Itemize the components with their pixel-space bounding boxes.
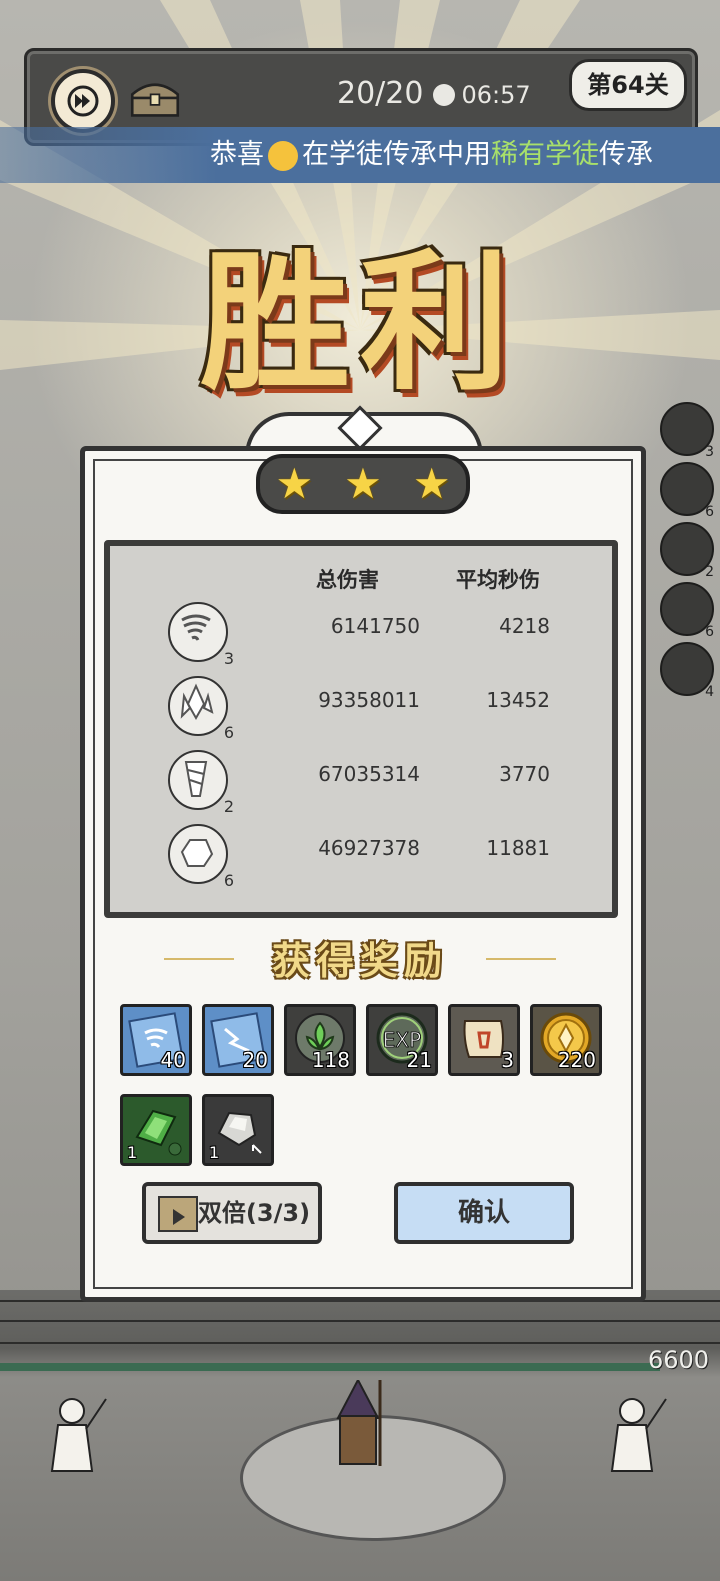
treasure-chest-icon bbox=[130, 83, 180, 117]
reward-count: 20 bbox=[242, 1048, 268, 1072]
base-hp-value: 6600 bbox=[648, 1346, 710, 1374]
star-rating: ★ ★ ★ bbox=[256, 454, 470, 514]
fast-forward-icon bbox=[67, 85, 99, 117]
double-reward-label: 双倍(3/3) bbox=[197, 1199, 311, 1227]
col-header-total-damage: 总伤害 bbox=[316, 568, 379, 592]
skill-level: 6 bbox=[223, 871, 234, 890]
reward-count: 40 bbox=[160, 1048, 186, 1072]
timer: 06:57 bbox=[461, 81, 531, 109]
ticker-highlight: 稀有学徒 bbox=[491, 139, 599, 170]
wave-counter: 20/20 bbox=[337, 76, 424, 111]
rewards-title: 获得奖励 bbox=[271, 938, 448, 983]
side-skill-list: 3 6 2 6 4 bbox=[660, 402, 720, 702]
skill-level: 3 bbox=[223, 649, 234, 668]
side-skill-tornado[interactable]: 3 bbox=[660, 402, 714, 460]
level-badge: 第64关 bbox=[569, 59, 687, 111]
rock-icon: 6 bbox=[168, 824, 234, 890]
stat-row: 3 6141750 4218 bbox=[110, 598, 612, 672]
reward-silver-ore[interactable]: 1 bbox=[202, 1094, 274, 1166]
side-skill-level: 4 bbox=[705, 684, 714, 700]
apprentice-left-icon bbox=[50, 1398, 107, 1472]
wave-info: 20/20 06:57 bbox=[337, 69, 577, 119]
damage-stats-table: 总伤害 平均秒伤 3 6141750 4218 6 93358011 13452… bbox=[104, 540, 618, 918]
clock-icon bbox=[433, 83, 456, 106]
reward-count: 1 bbox=[209, 1143, 220, 1162]
base-hp-bar bbox=[0, 1363, 660, 1371]
side-skill-crystal[interactable]: 6 bbox=[660, 462, 714, 520]
total-damage: 6141750 bbox=[330, 614, 420, 638]
star-icon: ★ bbox=[275, 459, 314, 508]
reward-count: 3 bbox=[501, 1048, 514, 1072]
stat-row: 6 93358011 13452 bbox=[110, 672, 612, 746]
stat-row: 6 46927378 11881 bbox=[110, 820, 612, 894]
col-header-avg-dps: 平均秒伤 bbox=[456, 568, 540, 592]
reward-gold-coin[interactable]: 220 bbox=[530, 1004, 602, 1076]
avg-dps: 3770 bbox=[499, 762, 550, 786]
side-skill-level: 6 bbox=[705, 504, 714, 520]
tornado-icon: 3 bbox=[168, 602, 234, 668]
reward-count: 118 bbox=[311, 1048, 350, 1072]
wall-line bbox=[0, 1320, 720, 1322]
reward-count: 21 bbox=[406, 1048, 432, 1072]
reward-count: 220 bbox=[557, 1048, 596, 1072]
side-skill-orb[interactable]: 4 bbox=[660, 642, 714, 700]
side-skill-rock[interactable]: 6 bbox=[660, 582, 714, 640]
ticker-suffix: 传承 bbox=[599, 139, 653, 170]
reward-exp[interactable]: EXP 21 bbox=[366, 1004, 438, 1076]
skill-level: 6 bbox=[223, 723, 234, 742]
reward-leaf-emblem[interactable]: 118 bbox=[284, 1004, 356, 1076]
avg-dps: 11881 bbox=[486, 836, 550, 860]
announcement-ticker: 恭喜 在学徒传承中用稀有学徒传承 bbox=[0, 127, 720, 183]
ticker-middle: 在学徒传承中用 bbox=[302, 139, 491, 170]
star-icon: ★ bbox=[412, 459, 451, 508]
confirm-button[interactable]: 确认 bbox=[394, 1182, 574, 1244]
ticker-prefix: 恭喜 bbox=[210, 139, 264, 170]
apprentice-right-icon bbox=[610, 1398, 667, 1472]
stat-row: 2 67035314 3770 bbox=[110, 746, 612, 820]
video-play-icon bbox=[158, 1196, 198, 1232]
speed-button[interactable] bbox=[51, 69, 115, 133]
total-damage: 93358011 bbox=[318, 688, 420, 712]
chest-button[interactable] bbox=[127, 69, 183, 125]
reward-green-gem[interactable]: 1 bbox=[120, 1094, 192, 1166]
smirk-emoji-icon bbox=[268, 140, 298, 171]
skill-level: 2 bbox=[223, 797, 234, 816]
side-skill-drill[interactable]: 2 bbox=[660, 522, 714, 580]
avg-dps: 4218 bbox=[499, 614, 550, 638]
victory-title: 胜利 bbox=[199, 235, 520, 411]
total-damage: 67035314 bbox=[318, 762, 420, 786]
double-reward-button[interactable]: 双倍(3/3) bbox=[142, 1182, 322, 1244]
side-skill-level: 3 bbox=[705, 444, 714, 460]
total-damage: 46927378 bbox=[318, 836, 420, 860]
reward-scroll[interactable]: 3 bbox=[448, 1004, 520, 1076]
crystal-icon: 6 bbox=[168, 676, 234, 742]
wizard-icon bbox=[336, 1380, 382, 1466]
reward-tornado-book[interactable]: 40 bbox=[120, 1004, 192, 1076]
wall-line bbox=[0, 1342, 720, 1344]
reward-count: 1 bbox=[127, 1143, 138, 1162]
reward-lightning-book[interactable]: 20 bbox=[202, 1004, 274, 1076]
drill-icon: 2 bbox=[168, 750, 234, 816]
star-icon: ★ bbox=[344, 459, 382, 508]
side-skill-level: 6 bbox=[705, 624, 714, 640]
side-skill-level: 2 bbox=[705, 564, 714, 580]
avg-dps: 13452 bbox=[486, 688, 550, 712]
